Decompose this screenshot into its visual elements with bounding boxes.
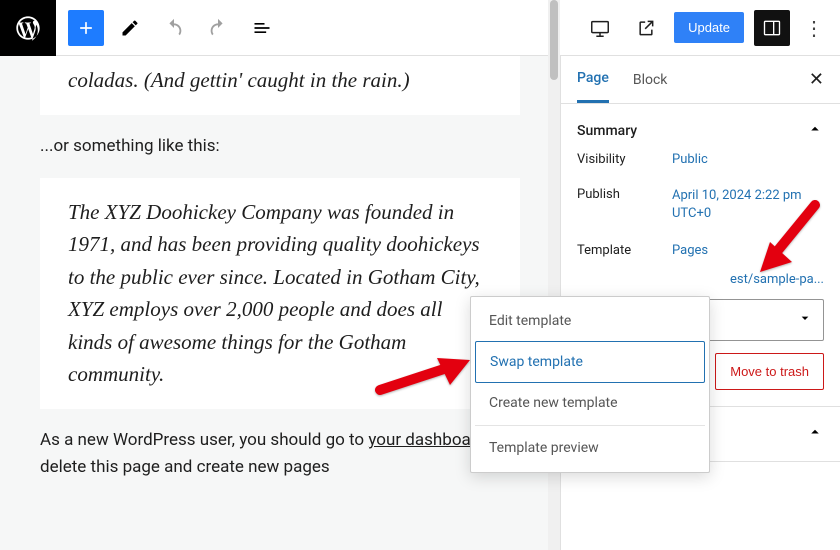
move-to-trash-button[interactable]: Move to trash [715, 353, 824, 390]
dropdown-item-create-template[interactable]: Create new template [475, 383, 705, 423]
dropdown-item-swap-template[interactable]: Swap template [475, 341, 705, 383]
chevron-up-icon[interactable] [806, 120, 824, 142]
undo-icon [163, 17, 185, 39]
external-link-icon [636, 18, 656, 38]
redo-icon [207, 17, 229, 39]
close-sidebar-button[interactable]: ✕ [809, 69, 824, 90]
add-block-button[interactable] [68, 10, 104, 46]
document-overview-button[interactable] [244, 10, 280, 46]
settings-toggle-button[interactable] [754, 10, 790, 46]
chevron-up-icon[interactable] [806, 423, 824, 445]
tab-page[interactable]: Page [577, 56, 609, 103]
publish-label: Publish [577, 187, 672, 223]
list-icon [252, 18, 272, 38]
desktop-icon [589, 17, 611, 39]
tools-button[interactable] [112, 10, 148, 46]
more-options-button[interactable]: ⋮ [800, 16, 828, 40]
visibility-label: Visibility [577, 152, 672, 167]
template-value[interactable]: Pages [672, 243, 708, 258]
plus-icon [76, 18, 96, 38]
template-dropdown: Edit template Swap template Create new t… [470, 296, 710, 473]
close-icon: ✕ [809, 69, 824, 90]
update-button[interactable]: Update [674, 12, 744, 43]
redo-button[interactable] [200, 10, 236, 46]
annotation-arrow [760, 200, 830, 284]
summary-heading: Summary [577, 123, 637, 139]
chevron-down-icon [797, 310, 813, 330]
dropdown-item-edit-template[interactable]: Edit template [475, 301, 705, 341]
dashboard-link[interactable]: your dashboard [368, 430, 486, 450]
pencil-icon [120, 18, 140, 38]
paragraph-block[interactable]: As a new WordPress user, you should go t… [40, 427, 520, 481]
wordpress-icon [14, 14, 42, 42]
quote-block[interactable]: coladas. (And gettin' caught in the rain… [68, 56, 492, 97]
more-vertical-icon: ⋮ [804, 16, 824, 40]
wordpress-logo[interactable] [0, 0, 56, 56]
paragraph-block[interactable]: ...or something like this: [40, 133, 520, 160]
text-run: As a new WordPress user, you should go t… [40, 430, 368, 450]
dropdown-item-template-preview[interactable]: Template preview [475, 428, 705, 468]
undo-button[interactable] [156, 10, 192, 46]
template-label: Template [577, 243, 672, 258]
view-button[interactable] [582, 10, 618, 46]
visibility-value[interactable]: Public [672, 152, 708, 167]
annotation-arrow [375, 355, 475, 409]
tab-block[interactable]: Block [633, 58, 668, 102]
sidebar-icon [762, 18, 782, 38]
publish-tz: UTC+0 [672, 206, 711, 221]
preview-link-button[interactable] [628, 10, 664, 46]
